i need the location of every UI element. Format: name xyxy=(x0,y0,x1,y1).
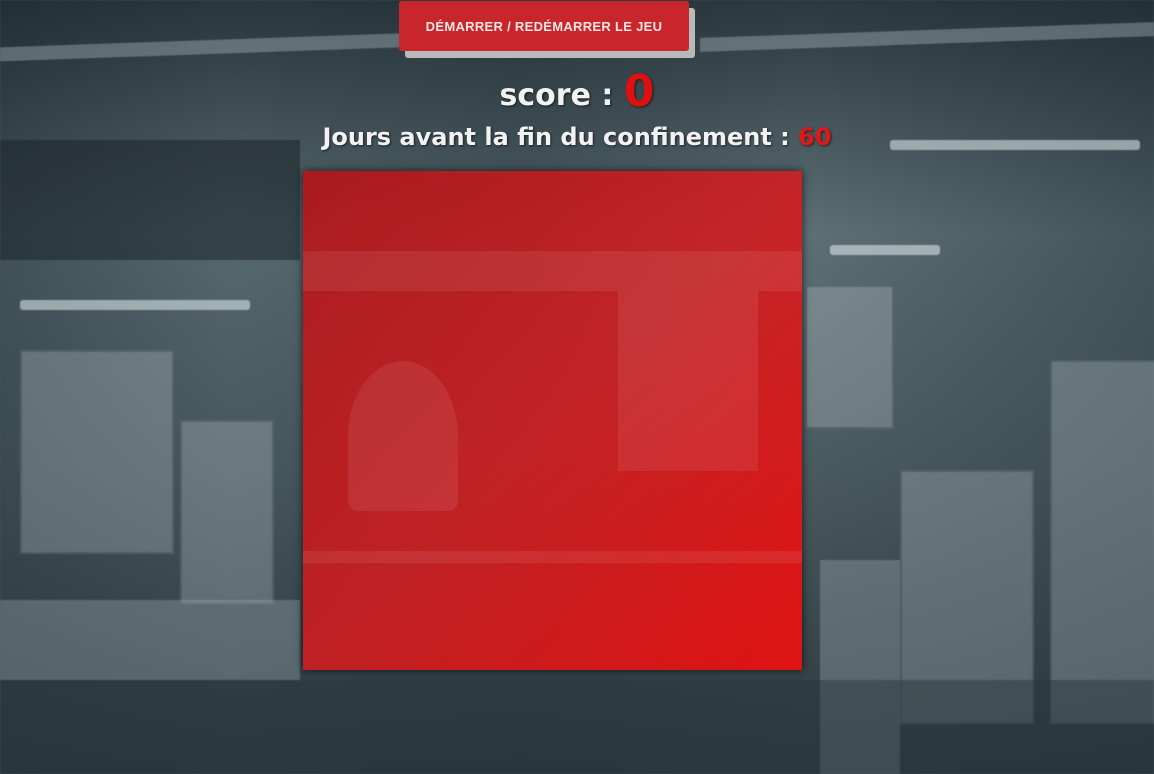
game-page: DÉMARRER / REDÉMARRER LE JEU score : 0 J… xyxy=(0,0,1154,774)
days-remaining-label: Jours avant la fin du confinement : xyxy=(322,123,799,151)
days-remaining-display: Jours avant la fin du confinement : 60 xyxy=(0,123,1154,151)
score-display: score : 0 xyxy=(0,66,1154,117)
game-board[interactable] xyxy=(303,171,802,670)
score-value: 0 xyxy=(623,66,655,117)
days-remaining-value: 60 xyxy=(798,123,832,151)
start-restart-button[interactable]: DÉMARRER / REDÉMARRER LE JEU xyxy=(399,1,689,51)
score-label: score : xyxy=(499,78,624,113)
